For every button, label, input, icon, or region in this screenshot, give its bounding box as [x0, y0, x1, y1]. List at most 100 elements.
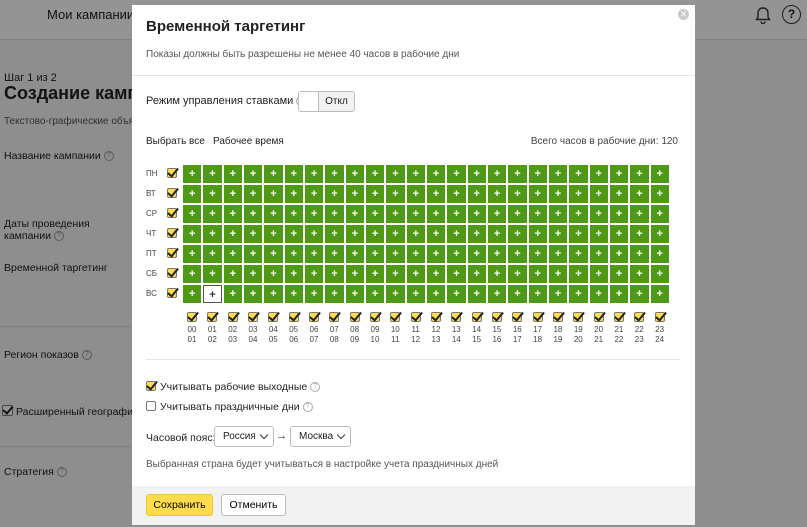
select-all-link[interactable]: Выбрать все — [146, 136, 205, 147]
day-checkbox[interactable] — [167, 288, 177, 298]
schedule-cell[interactable]: + — [406, 265, 425, 283]
schedule-cell[interactable]: + — [406, 185, 425, 203]
schedule-cell[interactable]: + — [426, 165, 446, 183]
schedule-cell[interactable]: + — [426, 245, 446, 263]
schedule-cell[interactable]: + — [589, 185, 608, 203]
schedule-cell[interactable]: + — [630, 245, 649, 263]
schedule-cell[interactable]: + — [406, 285, 425, 303]
schedule-cell[interactable]: + — [304, 225, 324, 243]
schedule-cell[interactable]: + — [406, 165, 425, 183]
schedule-cell[interactable]: + — [183, 245, 202, 263]
schedule-cell[interactable]: + — [569, 165, 588, 183]
schedule-cell[interactable]: + — [487, 165, 507, 183]
hour-checkbox[interactable] — [187, 312, 197, 322]
hour-checkbox[interactable] — [552, 312, 563, 322]
schedule-cell[interactable]: + — [528, 185, 547, 203]
day-checkbox[interactable] — [167, 248, 177, 258]
schedule-cell[interactable]: + — [203, 225, 222, 243]
schedule-cell[interactable]: + — [264, 185, 283, 203]
schedule-cell[interactable]: + — [304, 185, 324, 203]
schedule-cell[interactable]: + — [325, 225, 344, 243]
schedule-cell[interactable]: + — [447, 245, 466, 263]
hour-checkbox[interactable] — [390, 312, 401, 322]
schedule-cell[interactable]: + — [467, 225, 486, 243]
schedule-cell[interactable]: + — [223, 205, 242, 223]
schedule-cell[interactable]: + — [365, 245, 385, 263]
schedule-cell[interactable]: + — [304, 245, 324, 263]
schedule-cell[interactable]: + — [243, 265, 263, 283]
schedule-cell[interactable]: + — [426, 225, 446, 243]
schedule-cell[interactable]: + — [630, 165, 649, 183]
schedule-cell[interactable]: + — [345, 245, 364, 263]
schedule-cell[interactable]: + — [569, 265, 588, 283]
schedule-cell[interactable]: + — [528, 205, 547, 223]
day-checkbox[interactable] — [167, 208, 177, 218]
schedule-cell[interactable]: + — [650, 205, 669, 223]
schedule-cell[interactable]: + — [589, 165, 608, 183]
save-button[interactable]: Сохранить — [146, 494, 213, 516]
schedule-cell[interactable]: + — [630, 285, 649, 303]
schedule-cell[interactable]: + — [284, 165, 303, 183]
schedule-cell[interactable]: + — [508, 205, 527, 223]
schedule-cell[interactable]: + — [264, 245, 283, 263]
schedule-cell[interactable]: + — [426, 265, 446, 283]
schedule-cell[interactable]: + — [243, 185, 263, 203]
hour-checkbox[interactable] — [491, 312, 502, 322]
schedule-cell[interactable]: + — [386, 185, 405, 203]
schedule-cell[interactable]: + — [223, 265, 242, 283]
schedule-cell[interactable]: + — [447, 205, 466, 223]
schedule-cell[interactable]: + — [467, 265, 486, 283]
hour-checkbox[interactable] — [430, 312, 441, 322]
schedule-cell[interactable]: + — [487, 265, 507, 283]
schedule-cell[interactable]: + — [548, 245, 568, 263]
schedule-cell[interactable]: + — [508, 285, 527, 303]
schedule-cell[interactable]: + — [304, 285, 324, 303]
day-checkbox[interactable] — [167, 268, 177, 278]
schedule-cell[interactable]: + — [487, 285, 507, 303]
schedule-cell[interactable]: + — [386, 165, 405, 183]
schedule-cell[interactable]: + — [365, 185, 385, 203]
schedule-cell[interactable]: + — [467, 185, 486, 203]
schedule-cell[interactable]: + — [630, 185, 649, 203]
hour-checkbox[interactable] — [451, 312, 462, 322]
hour-checkbox[interactable] — [593, 312, 604, 322]
schedule-cell[interactable]: + — [589, 205, 608, 223]
schedule-cell[interactable]: + — [650, 225, 669, 243]
schedule-cell[interactable]: + — [243, 225, 263, 243]
schedule-cell[interactable]: + — [203, 165, 222, 183]
schedule-cell[interactable]: + — [223, 165, 242, 183]
hour-checkbox[interactable] — [247, 312, 258, 322]
schedule-cell[interactable]: + — [467, 205, 486, 223]
hour-checkbox[interactable] — [634, 312, 645, 322]
schedule-cell[interactable]: + — [223, 185, 242, 203]
day-checkbox[interactable] — [167, 188, 177, 198]
schedule-cell[interactable]: + — [386, 225, 405, 243]
schedule-cell[interactable]: + — [528, 285, 547, 303]
schedule-cell[interactable]: + — [183, 165, 202, 183]
schedule-cell[interactable]: + — [589, 285, 608, 303]
schedule-cell[interactable]: + — [284, 185, 303, 203]
schedule-cell[interactable]: + — [609, 165, 629, 183]
schedule-cell[interactable]: + — [650, 245, 669, 263]
schedule-cell[interactable]: + — [508, 165, 527, 183]
schedule-cell[interactable]: + — [406, 245, 425, 263]
hour-checkbox[interactable] — [308, 312, 319, 322]
schedule-cell[interactable]: + — [548, 205, 568, 223]
schedule-cell[interactable]: + — [264, 285, 283, 303]
schedule-cell[interactable]: + — [183, 265, 202, 283]
schedule-cell[interactable]: + — [589, 225, 608, 243]
schedule-cell[interactable]: + — [528, 265, 547, 283]
hour-checkbox[interactable] — [512, 312, 523, 322]
hour-checkbox[interactable] — [471, 312, 482, 322]
schedule-cell[interactable]: + — [203, 265, 222, 283]
schedule-cell[interactable]: + — [345, 205, 364, 223]
timezone-country-select[interactable]: Россия — [214, 426, 274, 447]
schedule-cell[interactable]: + — [304, 165, 324, 183]
schedule-cell[interactable]: + — [325, 185, 344, 203]
day-checkbox[interactable] — [167, 228, 177, 238]
hour-checkbox[interactable] — [288, 312, 299, 322]
work-time-link[interactable]: Рабочее время — [213, 136, 284, 147]
schedule-cell[interactable]: + — [365, 165, 385, 183]
schedule-cell[interactable]: + — [447, 165, 466, 183]
hour-checkbox[interactable] — [227, 312, 238, 322]
